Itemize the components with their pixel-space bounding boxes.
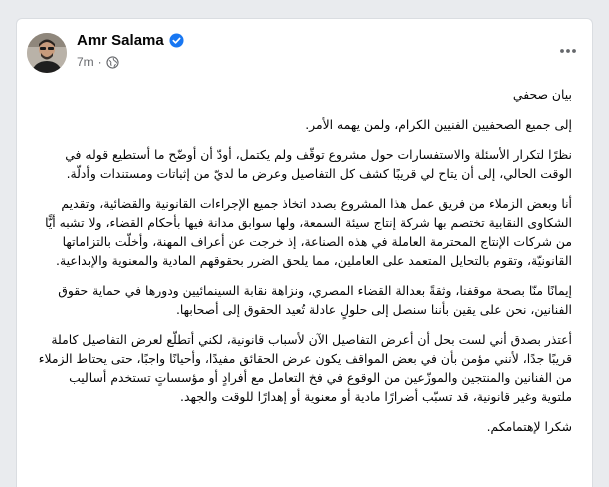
author-name-row: Amr Salama	[77, 32, 184, 49]
more-options-icon[interactable]	[554, 37, 582, 65]
post-paragraph-title: بيان صحفي	[512, 87, 572, 102]
post-paragraph: أنا وبعض الزملاء من فريق عمل هذا المشروع…	[45, 196, 572, 268]
post-header: Amr Salama 7m ·	[17, 19, 592, 81]
post-paragraph: إيمانًا منّا بصحة موقفنا، وثقةً بعدالة ا…	[58, 283, 572, 317]
post-paragraph: أعتذر بصدق أني لست بحل أن أعرض التفاصيل …	[38, 332, 572, 404]
post-paragraph-greeting: إلى جميع الصحفيين الفنيين الكرام، ولمن ي…	[305, 117, 572, 132]
author-name[interactable]: Amr Salama	[77, 32, 164, 49]
avatar-photo	[27, 33, 67, 73]
post-meta: 7m ·	[77, 55, 119, 69]
post-text: بيان صحفي إلى جميع الصحفيين الفنيين الكر…	[35, 85, 572, 447]
post-card: Amr Salama 7m · بيان صحفي إلى جميع الصحف…	[16, 18, 593, 487]
meta-separator: ·	[97, 55, 102, 69]
post-paragraph: نظرًا لتكرار الأسئلة والاستفسارات حول مش…	[65, 147, 572, 181]
globe-icon[interactable]	[106, 55, 119, 69]
author-avatar[interactable]	[27, 33, 67, 73]
verified-badge-icon	[169, 33, 184, 48]
post-timestamp[interactable]: 7m	[77, 55, 94, 69]
post-paragraph-closing: شكرا لإهتمامكم.	[486, 419, 572, 434]
